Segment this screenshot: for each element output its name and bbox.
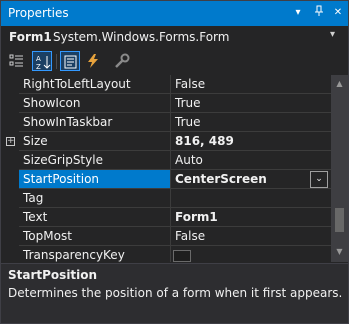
property-name[interactable]: TopMost [19, 227, 170, 246]
property-value[interactable]: CenterScreen [170, 170, 331, 189]
row-gutter [1, 113, 19, 132]
property-name[interactable]: StartPosition [19, 170, 170, 189]
property-row[interactable]: SizeGripStyle Auto [1, 151, 331, 170]
object-selector[interactable]: Form1 System.Windows.Forms.Form ▾ [1, 26, 348, 48]
window-position-dropdown-icon[interactable]: ▾ [290, 5, 306, 21]
expand-icon[interactable]: + [6, 137, 15, 146]
row-gutter [1, 246, 19, 262]
property-value[interactable]: True [170, 94, 331, 113]
property-name[interactable]: ShowInTaskbar [19, 113, 170, 132]
properties-toolbar: A Z [1, 48, 348, 74]
lightning-icon [88, 54, 98, 68]
row-gutter [1, 94, 19, 113]
row-gutter [1, 170, 19, 189]
property-value[interactable] [170, 189, 331, 208]
properties-button[interactable] [60, 51, 80, 71]
title-bar[interactable]: Properties ▾ ✕ [1, 1, 348, 26]
vertical-scrollbar[interactable]: ▲ ▼ [331, 75, 348, 262]
object-name: Form1 [9, 30, 52, 44]
property-row[interactable]: ShowIcon True [1, 94, 331, 113]
row-gutter [1, 151, 19, 170]
svg-text:A: A [36, 55, 41, 63]
window-title: Properties [8, 6, 69, 20]
events-button[interactable] [83, 51, 103, 71]
property-row[interactable]: TransparencyKey [1, 246, 331, 262]
property-row[interactable]: Tag [1, 189, 331, 208]
property-name[interactable]: ShowIcon [19, 94, 170, 113]
property-row[interactable]: RightToLeftLayout False [1, 75, 331, 94]
property-pages-button[interactable] [112, 51, 132, 71]
alphabetical-button[interactable]: A Z [32, 51, 52, 71]
description-title: StartPosition [8, 268, 98, 282]
property-name[interactable]: Size [19, 132, 170, 151]
chevron-down-icon[interactable]: ▾ [330, 29, 335, 40]
property-value[interactable]: True [170, 113, 331, 132]
property-name[interactable]: RightToLeftLayout [19, 75, 170, 94]
properties-window: Properties ▾ ✕ Form1 System.Windows.Form… [0, 0, 349, 324]
row-gutter [1, 75, 19, 94]
row-gutter [1, 189, 19, 208]
property-name[interactable]: Tag [19, 189, 170, 208]
property-value[interactable]: Form1 [170, 208, 331, 227]
properties-icon [64, 55, 77, 69]
description-panel: StartPosition Determines the position of… [1, 263, 348, 323]
color-swatch [173, 250, 191, 262]
property-value[interactable]: False [170, 227, 331, 246]
row-gutter [1, 208, 19, 227]
categorized-icon [9, 54, 23, 67]
property-value[interactable] [170, 246, 331, 262]
row-gutter: + [1, 132, 19, 151]
categorized-button[interactable] [7, 51, 27, 71]
property-row[interactable]: ShowInTaskbar True [1, 113, 331, 132]
object-type: System.Windows.Forms.Form [53, 30, 230, 44]
value-dropdown-button[interactable]: ⌄ [310, 171, 328, 188]
property-value[interactable]: Auto [170, 151, 331, 170]
property-row[interactable]: TopMost False [1, 227, 331, 246]
alphabetical-sort-icon: A Z [36, 55, 51, 70]
property-row[interactable]: Text Form1 [1, 208, 331, 227]
property-name[interactable]: TransparencyKey [19, 246, 170, 262]
svg-text:Z: Z [36, 63, 41, 70]
row-gutter [1, 227, 19, 246]
property-value[interactable]: 816, 489 [170, 132, 331, 151]
property-name[interactable]: SizeGripStyle [19, 151, 170, 170]
pin-icon[interactable] [311, 5, 327, 21]
property-row[interactable]: StartPosition CenterScreen ⌄ [1, 170, 331, 189]
toolbar-separator [56, 54, 57, 69]
property-value[interactable]: False [170, 75, 331, 94]
wrench-icon [115, 53, 130, 68]
property-row[interactable]: + Size 816, 489 [1, 132, 331, 151]
scrollbar-thumb[interactable] [335, 208, 344, 232]
property-grid: RightToLeftLayout False ShowIcon True ShowIn… [1, 75, 348, 262]
description-text: Determines the position of a form when i… [8, 286, 343, 300]
property-name[interactable]: Text [19, 208, 170, 227]
scroll-up-icon[interactable]: ▲ [335, 79, 344, 88]
scroll-down-icon[interactable]: ▼ [335, 247, 344, 256]
close-icon[interactable]: ✕ [330, 5, 346, 21]
